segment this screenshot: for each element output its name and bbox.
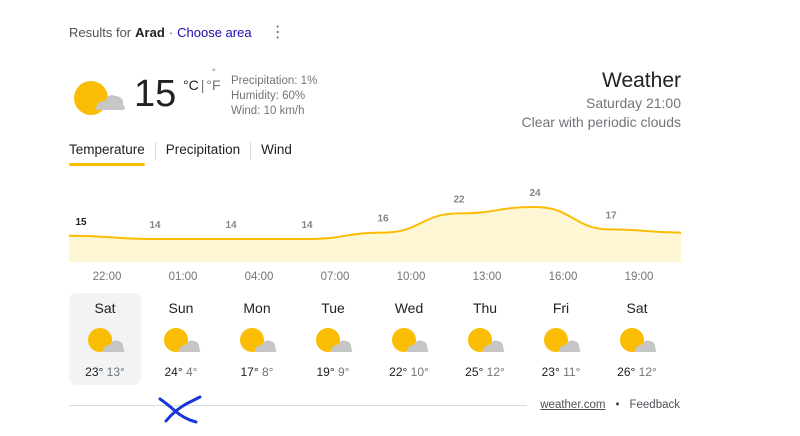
wind-detail: Wind: 10 km/h: [231, 105, 305, 117]
hour-label: 19:00: [624, 271, 654, 283]
hour-label: 16:00: [548, 271, 578, 283]
temperature-data-label: 24: [529, 188, 541, 199]
day-name: Fri: [552, 300, 570, 316]
hour-label: 13:00: [472, 271, 502, 283]
high-temp: 25°: [465, 365, 484, 379]
low-temp: 12°: [638, 365, 657, 379]
temperature-data-label: 14: [225, 220, 237, 231]
current-temperature: 15: [134, 73, 177, 115]
partly-cloudy-icon: [240, 328, 277, 352]
weather-title: Weather: [602, 69, 681, 92]
high-temp: 24°: [164, 365, 183, 379]
temperature-area: [69, 207, 681, 262]
celsius-toggle[interactable]: °C: [183, 77, 199, 93]
partly-cloudy-icon: [88, 328, 125, 352]
partly-cloudy-icon: [468, 328, 505, 352]
temperature-data-label: 22: [453, 194, 465, 205]
temperature-chart: 15 14 14 14 16 22 24 17: [69, 188, 681, 262]
results-bar: Results for Arad · Choose area ⋮: [69, 22, 286, 42]
high-temp: 26°: [617, 365, 636, 379]
high-temp: 23°: [541, 365, 560, 379]
low-temp: 4°: [186, 365, 198, 379]
forecast-day[interactable]: Sun 24° 4°: [145, 293, 217, 385]
temperature-data-label: 17: [605, 210, 617, 221]
tab-wind[interactable]: Wind: [251, 142, 302, 160]
weather-datetime: Saturday 21:00: [586, 95, 681, 111]
source-link[interactable]: weather.com: [540, 399, 605, 411]
day-name: Sat: [626, 300, 648, 316]
unit-dot: °: [212, 67, 216, 77]
day-name: Wed: [394, 300, 424, 316]
low-temp: 8°: [262, 365, 274, 379]
unit-divider: |: [200, 77, 205, 93]
high-temp: 23°: [85, 365, 104, 379]
low-temp: 10°: [410, 365, 429, 379]
low-temp: 13°: [106, 365, 125, 379]
hour-label: 22:00: [92, 271, 122, 283]
high-temp: 19°: [316, 365, 335, 379]
day-name: Thu: [472, 300, 498, 316]
partly-cloudy-icon: [392, 328, 429, 352]
humidity-detail: Humidity: 60%: [231, 90, 306, 102]
day-name: Tue: [321, 300, 345, 316]
temperature-data-label: 16: [377, 214, 389, 225]
hour-labels: 22:00 01:00 04:00 07:00 10:00 13:00 16:0…: [69, 271, 681, 287]
results-separator: ·: [168, 24, 174, 40]
footer: weather.com • Feedback: [540, 399, 680, 411]
hour-label: 01:00: [168, 271, 198, 283]
hour-label: 04:00: [244, 271, 274, 283]
day-name: Mon: [243, 300, 271, 316]
hour-label: 10:00: [396, 271, 426, 283]
feedback-link[interactable]: Feedback: [629, 399, 680, 411]
weather-details: Precipitation: 1% Humidity: 60% Wind: 10…: [231, 74, 317, 119]
low-temp: 11°: [563, 365, 581, 379]
footer-divider: [69, 405, 527, 406]
low-temp: 12°: [486, 365, 505, 379]
weather-header: Weather Saturday 21:00 Clear with period…: [521, 68, 681, 132]
chart-tabs: Temperature Precipitation Wind: [69, 142, 302, 166]
temperature-data-label: 14: [149, 220, 161, 231]
daily-forecast: Sat 23° 13° Sun 24° 4° Mon 17° 8° Tue 19…: [69, 293, 681, 385]
forecast-day[interactable]: Tue 19° 9°: [297, 293, 369, 385]
temperature-data-label: 15: [75, 217, 87, 228]
hand-drawn-x-mark: [158, 395, 202, 424]
low-temp: 9°: [338, 365, 350, 379]
forecast-day[interactable]: Wed 22° 10°: [373, 293, 445, 385]
weather-condition: Clear with periodic clouds: [521, 114, 681, 130]
partly-cloudy-icon: [74, 81, 125, 115]
partly-cloudy-icon: [620, 328, 657, 352]
day-name: Sun: [168, 300, 194, 316]
fahrenheit-toggle[interactable]: °F: [206, 77, 220, 93]
day-name: Sat: [94, 300, 116, 316]
high-temp: 17°: [240, 365, 259, 379]
partly-cloudy-icon: [316, 328, 353, 352]
forecast-day[interactable]: Mon 17° 8°: [221, 293, 293, 385]
high-temp: 22°: [389, 365, 408, 379]
partly-cloudy-icon: [164, 328, 201, 352]
results-prefix: Results for: [69, 24, 132, 40]
forecast-day[interactable]: Fri 23° 11°: [525, 293, 597, 385]
footer-bullet: •: [615, 399, 620, 411]
unit-switcher: ° °C | °F: [183, 67, 221, 93]
temperature-data-label: 14: [301, 220, 313, 231]
forecast-day[interactable]: Thu 25° 12°: [449, 293, 521, 385]
choose-area-link[interactable]: Choose area: [177, 25, 251, 40]
location-name: Arad: [135, 24, 165, 40]
forecast-day[interactable]: Sat 23° 13°: [69, 293, 141, 385]
hour-label: 07:00: [320, 271, 350, 283]
partly-cloudy-icon: [544, 328, 581, 352]
tab-temperature[interactable]: Temperature: [69, 142, 156, 166]
forecast-day[interactable]: Sat 26° 12°: [601, 293, 673, 385]
tab-precipitation[interactable]: Precipitation: [156, 142, 252, 160]
precipitation-detail: Precipitation: 1%: [231, 75, 318, 87]
more-options-icon[interactable]: ⋮: [270, 22, 286, 42]
